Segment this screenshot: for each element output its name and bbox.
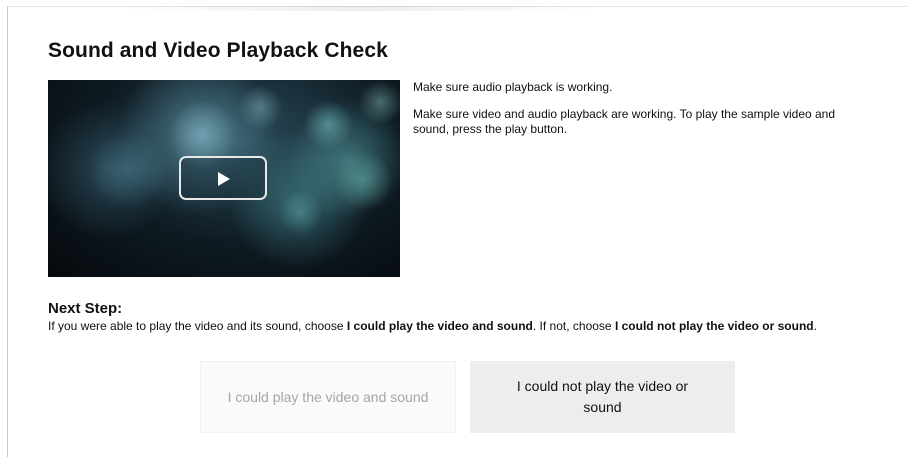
instructions: Make sure audio playback is working. Mak… (413, 80, 873, 149)
next-step-text-part: If you were able to play the video and i… (48, 319, 347, 333)
video-instruction: Make sure video and audio playback are w… (413, 107, 836, 136)
next-step-option-no: I could not play the video or sound (614, 319, 814, 333)
could-play-button[interactable]: I could play the video and sound (200, 361, 456, 433)
next-step-text: If you were able to play the video and i… (48, 318, 878, 334)
bokeh-light (238, 85, 283, 130)
next-step-option-yes: I could play the video and sound (346, 319, 533, 333)
play-icon (218, 172, 230, 186)
next-step-text-part: . If not, choose (532, 319, 615, 333)
bokeh-light (333, 150, 393, 210)
bokeh-light (278, 190, 323, 235)
video-player[interactable] (48, 80, 400, 277)
bokeh-light (303, 100, 353, 150)
top-shadow (120, 6, 600, 11)
bokeh-light (88, 130, 168, 210)
page-title: Sound and Video Playback Check (48, 39, 388, 62)
bokeh-light (358, 80, 400, 125)
could-not-play-button[interactable]: I could not play the video or sound (470, 361, 735, 433)
audio-instruction: Make sure audio playback is working. (413, 80, 613, 94)
next-step-text-part: . (813, 319, 817, 333)
next-step-heading: Next Step: (48, 300, 123, 317)
play-button[interactable] (179, 156, 267, 200)
